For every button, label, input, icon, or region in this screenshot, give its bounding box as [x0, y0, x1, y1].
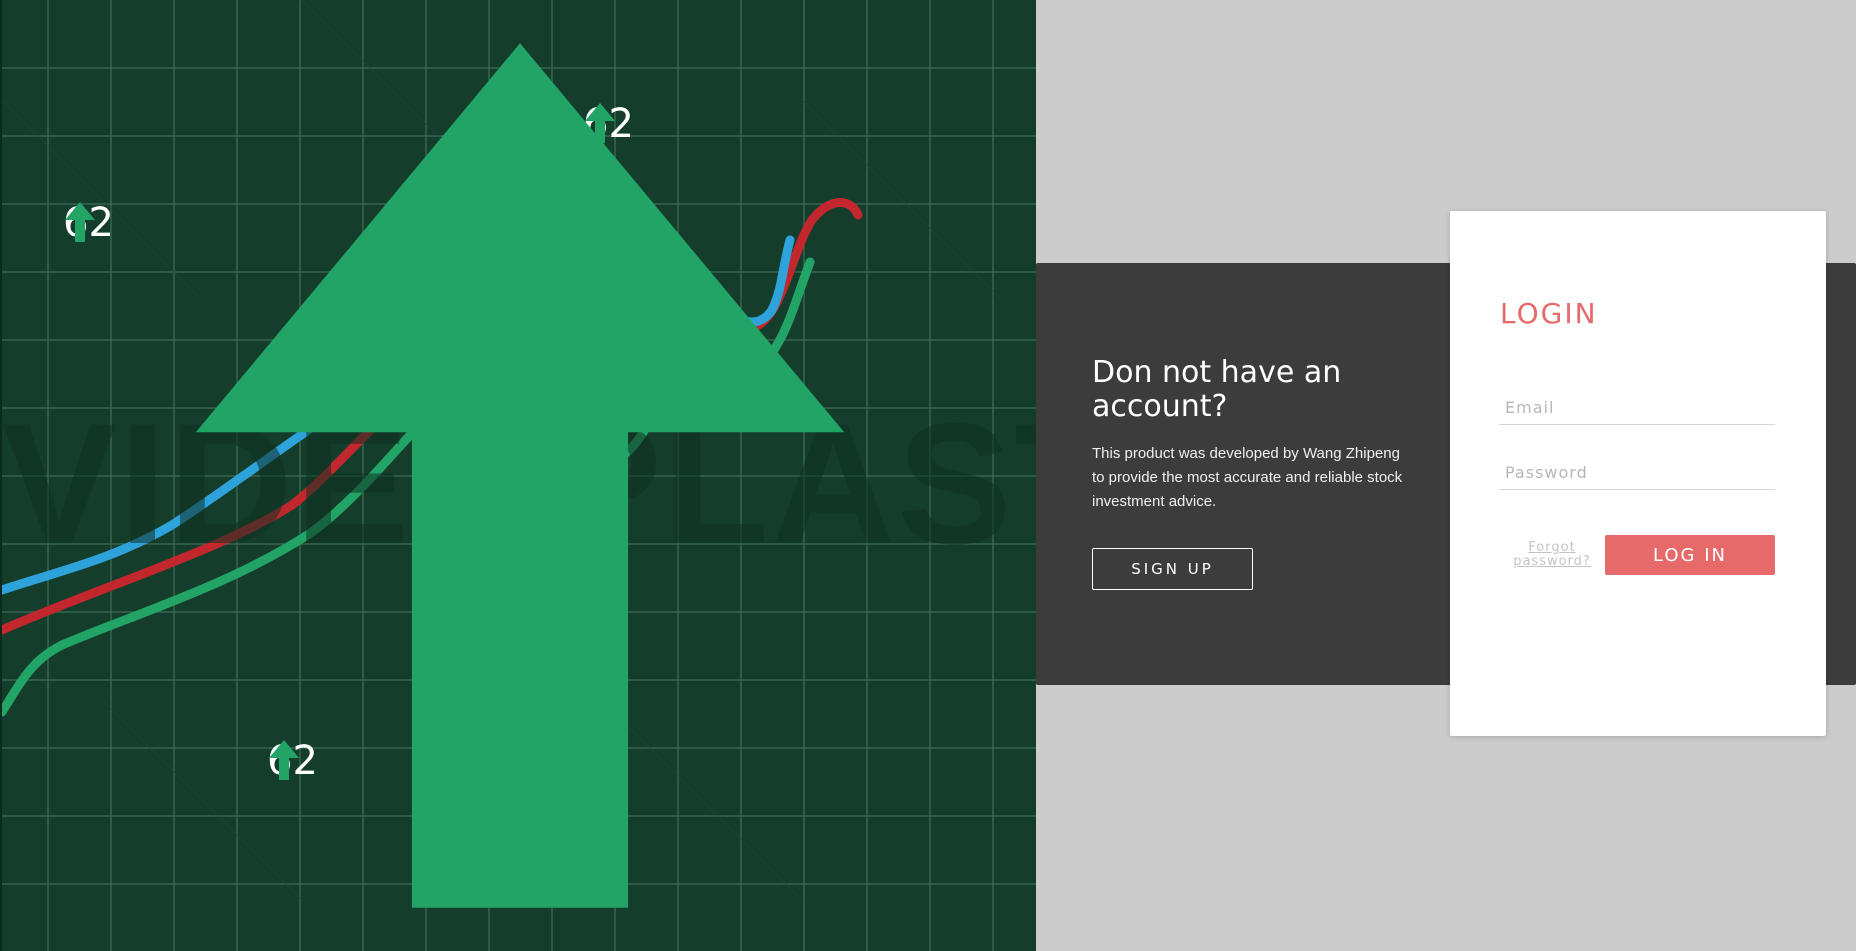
forgot-password-link[interactable]: Forgot password?	[1502, 541, 1602, 569]
signup-info: Don not have an account? This product wa…	[1092, 356, 1412, 514]
login-card: LOGIN Forgot password? LOG IN	[1450, 211, 1826, 736]
login-title: LOGIN	[1500, 297, 1598, 330]
sign-up-button[interactable]: SIGN UP	[1092, 548, 1253, 590]
email-field[interactable]	[1499, 391, 1775, 425]
password-field[interactable]	[1499, 456, 1775, 490]
signup-description: This product was developed by Wang Zhipe…	[1092, 445, 1403, 510]
up-arrow-icon	[195, 43, 845, 908]
signup-title: Don not have an account?	[1092, 355, 1342, 424]
log-in-button[interactable]: LOG IN	[1605, 535, 1775, 575]
hero-panel: VIDEOPLASTY 62 62 62	[0, 0, 1036, 951]
